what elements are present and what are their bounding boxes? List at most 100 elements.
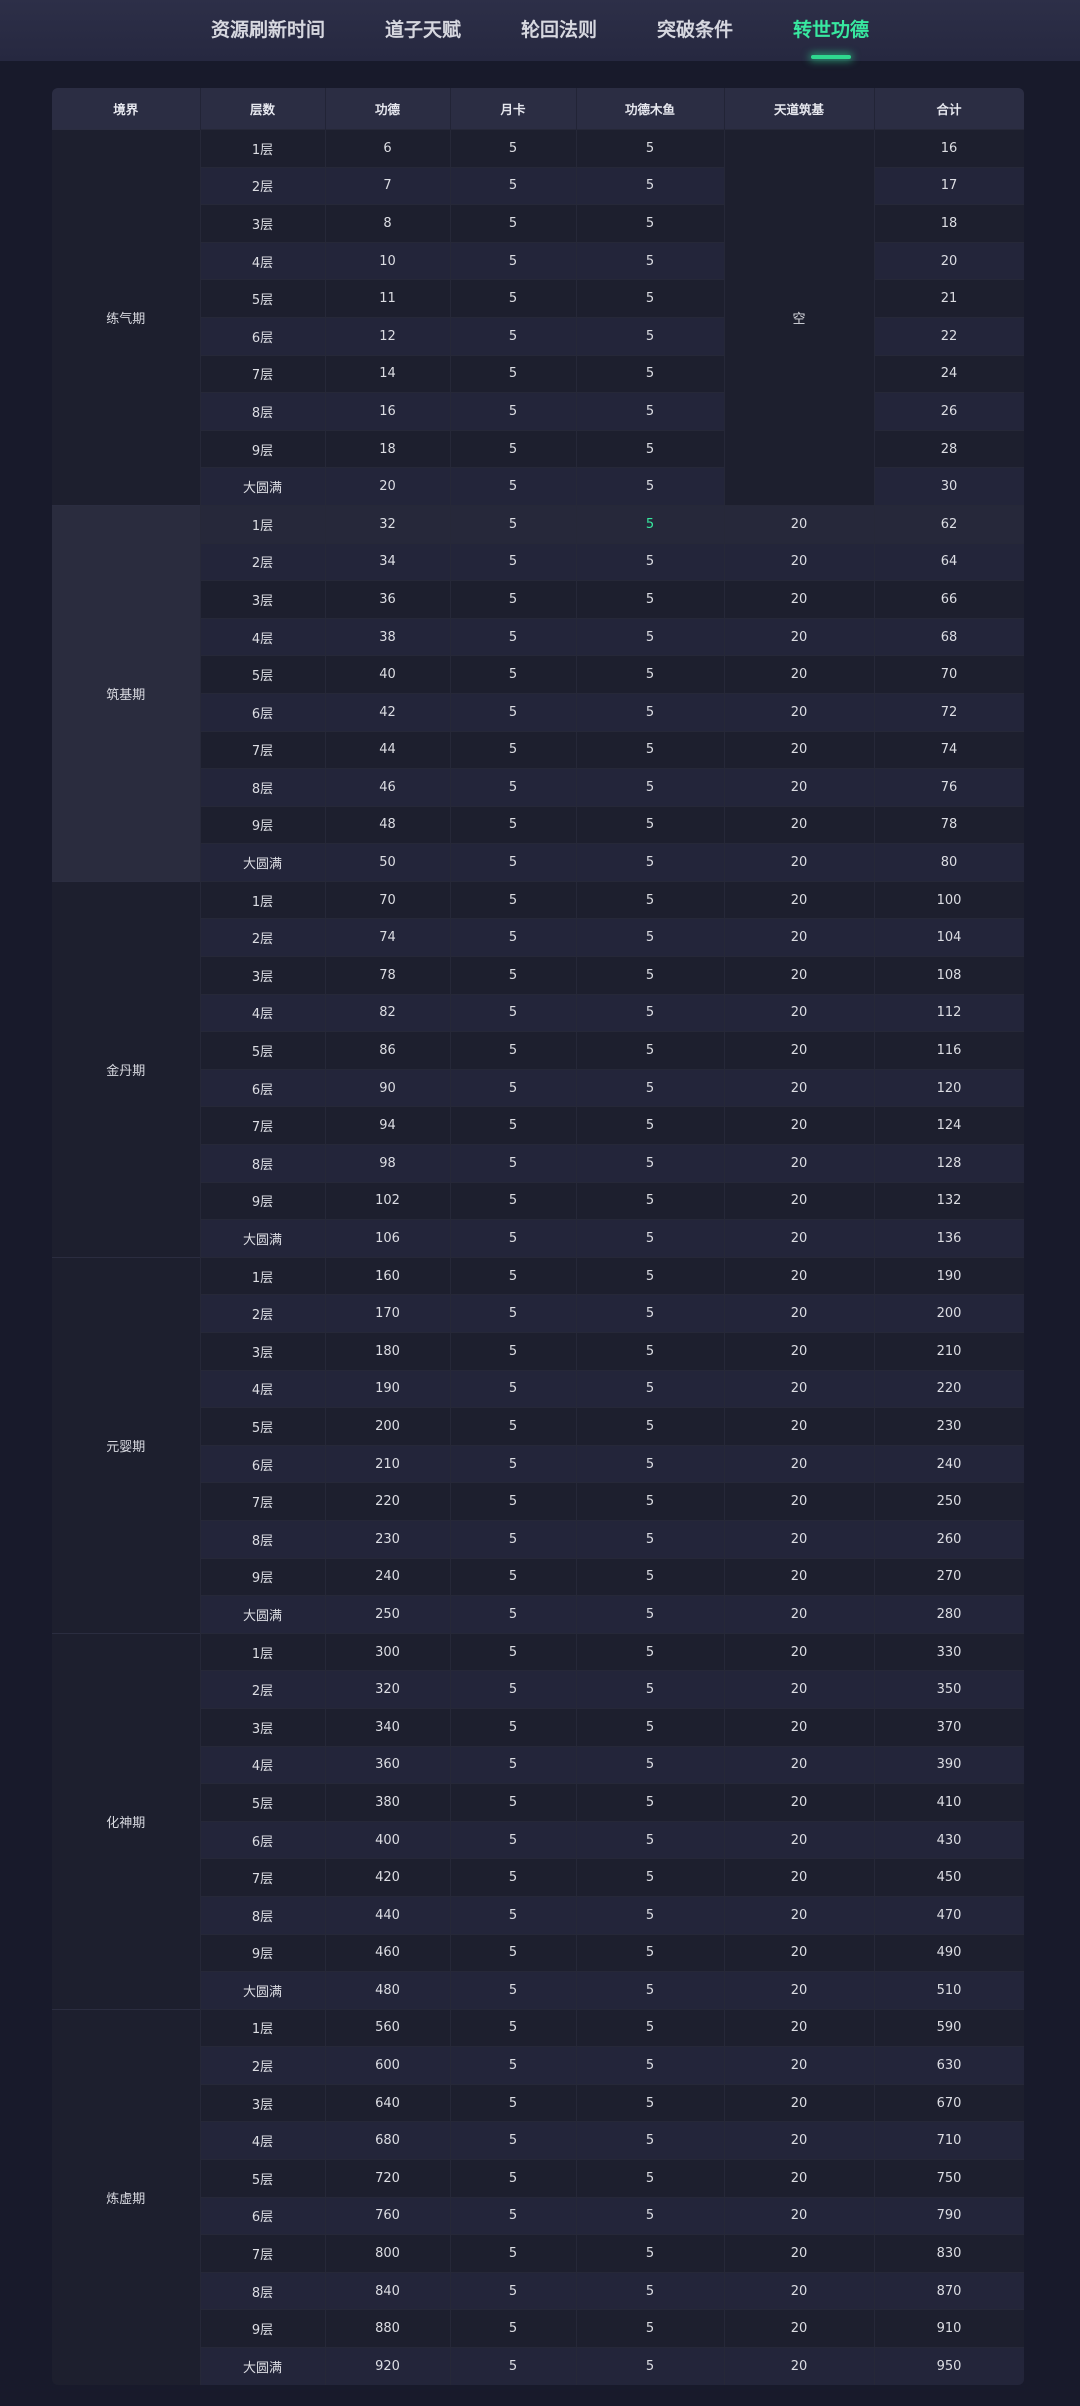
layer-cell: 大圆满 (200, 1595, 326, 1634)
monthly-card-cell: 5 (450, 1068, 577, 1107)
total-cell: 330 (874, 1632, 1024, 1671)
total-cell: 62 (874, 504, 1024, 544)
woodfish-cell: 5 (576, 1106, 725, 1145)
total-cell: 390 (874, 1745, 1024, 1784)
layer-cell: 3层 (200, 1332, 326, 1371)
woodfish-cell: 5 (576, 956, 725, 995)
layer-cell: 8层 (200, 1144, 326, 1183)
layer-cell: 8层 (200, 2271, 326, 2310)
woodfish-cell: 5 (576, 993, 725, 1032)
tiandao-cell: 20 (724, 1369, 875, 1408)
layer-cell: 3层 (200, 956, 326, 995)
monthly-card-cell: 5 (450, 1369, 577, 1408)
total-cell: 72 (874, 692, 1024, 731)
monthly-card-cell: 5 (450, 2008, 577, 2047)
monthly-card-cell: 5 (450, 2083, 577, 2122)
layer-cell: 1层 (200, 1632, 326, 1671)
total-cell: 80 (874, 843, 1024, 882)
layer-cell: 8层 (200, 1895, 326, 1934)
total-cell: 370 (874, 1707, 1024, 1747)
woodfish-cell: 5 (576, 2008, 725, 2047)
layer-cell: 6层 (200, 2196, 326, 2235)
layer-cell: 大圆满 (200, 1219, 326, 1258)
woodfish-cell: 5 (576, 2083, 725, 2122)
woodfish-cell: 5 (576, 1670, 725, 1709)
total-cell: 910 (874, 2309, 1024, 2348)
monthly-card-cell: 5 (450, 1482, 577, 1521)
realm-cell: 化神期 (52, 1632, 201, 2010)
layer-cell: 6层 (200, 316, 326, 356)
tiandao-cell: 20 (724, 655, 875, 694)
monthly-card-cell: 5 (450, 241, 577, 280)
tab-daozi-talent[interactable]: 道子天赋 (355, 0, 491, 61)
tiandao-cell: 20 (724, 993, 875, 1032)
woodfish-cell: 5 (576, 1444, 725, 1483)
layer-cell: 1层 (200, 1256, 326, 1295)
layer-cell: 9层 (200, 1557, 326, 1596)
monthly-card-cell: 5 (450, 880, 577, 919)
total-cell: 22 (874, 316, 1024, 356)
monthly-card-cell: 5 (450, 1444, 577, 1483)
total-cell: 710 (874, 2121, 1024, 2160)
layer-cell: 4层 (200, 993, 326, 1032)
tab-resource-refresh[interactable]: 资源刷新时间 (181, 0, 355, 61)
woodfish-cell: 5 (576, 1557, 725, 1596)
total-cell: 260 (874, 1519, 1024, 1559)
monthly-card-cell: 5 (450, 166, 577, 205)
merit-cell: 98 (325, 1144, 451, 1183)
total-cell: 78 (874, 805, 1024, 844)
total-cell: 750 (874, 2159, 1024, 2198)
total-cell: 120 (874, 1068, 1024, 1107)
layer-cell: 7层 (200, 1482, 326, 1521)
layer-cell: 4层 (200, 1745, 326, 1784)
tab-reincarnation-law[interactable]: 轮回法则 (491, 0, 627, 61)
merit-cell: 34 (325, 542, 451, 581)
monthly-card-cell: 5 (450, 1407, 577, 1446)
total-cell: 220 (874, 1369, 1024, 1408)
woodfish-cell: 5 (576, 2159, 725, 2198)
table-row: 筑基期 1层 32 5 5 20 62 (52, 504, 1024, 882)
total-cell: 450 (874, 1858, 1024, 1897)
monthly-card-cell: 5 (450, 2234, 577, 2273)
total-cell: 510 (874, 1971, 1024, 2010)
merit-cell: 640 (325, 2083, 451, 2122)
monthly-card-cell: 5 (450, 1294, 577, 1333)
woodfish-cell: 5 (576, 2347, 725, 2386)
table-row: 化神期 1层 300 5 5 20 330 (52, 1632, 1024, 2010)
tiandao-cell: 20 (724, 504, 875, 544)
total-cell: 17 (874, 166, 1024, 205)
woodfish-cell: 5 (576, 617, 725, 656)
layer-cell: 3层 (200, 1707, 326, 1747)
woodfish-cell: 5 (576, 279, 725, 318)
tiandao-cell: 20 (724, 2347, 875, 2386)
woodfish-cell: 5 (576, 2046, 725, 2085)
table-header-row: 境界 层数 功德 月卡 功德木鱼 天道筑基 合计 (52, 88, 1024, 130)
layer-cell: 4层 (200, 1369, 326, 1408)
woodfish-cell: 5 (576, 918, 725, 957)
total-cell: 124 (874, 1106, 1024, 1145)
merit-cell: 6 (325, 129, 451, 168)
merit-cell: 160 (325, 1256, 451, 1295)
woodfish-cell: 5 (576, 580, 725, 619)
monthly-card-cell: 5 (450, 1707, 577, 1747)
monthly-card-cell: 5 (450, 956, 577, 995)
tab-breakthrough[interactable]: 突破条件 (627, 0, 763, 61)
woodfish-cell: 5 (576, 1181, 725, 1220)
monthly-card-cell: 5 (450, 2196, 577, 2235)
tiandao-cell: 20 (724, 1294, 875, 1333)
woodfish-cell: 5 (576, 354, 725, 393)
woodfish-cell: 5 (576, 1068, 725, 1107)
tiandao-empty-cell: 空 (724, 129, 875, 506)
total-cell: 430 (874, 1820, 1024, 1859)
merit-cell: 102 (325, 1181, 451, 1220)
monthly-card-cell: 5 (450, 2271, 577, 2310)
tiandao-cell: 20 (724, 1670, 875, 1709)
tab-reincarnation-merit[interactable]: 转世功德 (763, 0, 899, 61)
monthly-card-cell: 5 (450, 467, 577, 506)
tiandao-cell: 20 (724, 805, 875, 844)
monthly-card-cell: 5 (450, 392, 577, 431)
layer-cell: 4层 (200, 241, 326, 280)
merit-cell: 11 (325, 279, 451, 318)
layer-cell: 4层 (200, 617, 326, 656)
merit-cell: 420 (325, 1858, 451, 1897)
